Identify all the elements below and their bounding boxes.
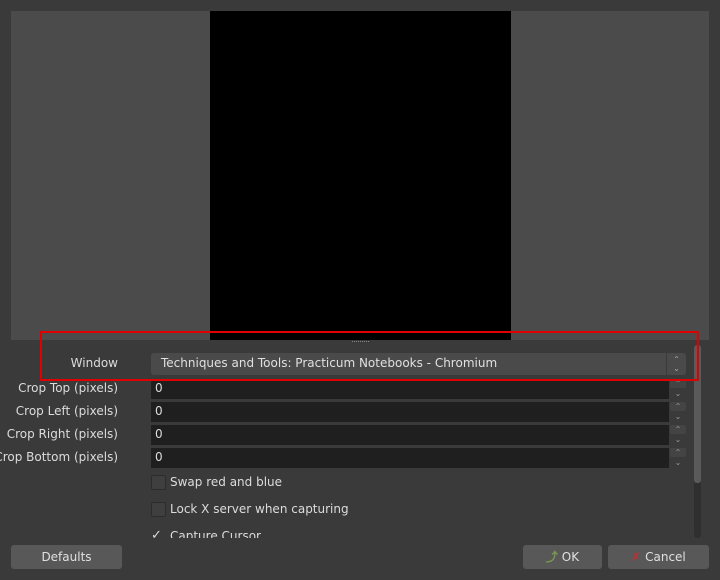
crop-top-stepper[interactable]: ⌃ ⌄ [670,379,686,399]
defaults-button[interactable]: Defaults [11,545,122,569]
cancel-button[interactable]: ✗ Cancel [608,545,709,569]
swap-red-blue-label[interactable]: Swap red and blue [170,475,282,489]
scrollbar[interactable] [694,345,701,538]
crop-right-stepper[interactable]: ⌃ ⌄ [670,425,686,445]
window-label: Window [70,356,118,370]
crop-right-label: Crop Right (pixels) [6,427,118,441]
lock-x-server-checkbox[interactable] [151,502,166,517]
window-select-value: Techniques and Tools: Practicum Notebook… [161,356,498,370]
crop-left-input[interactable]: 0 [151,402,669,422]
capture-cursor-label[interactable]: Capture Cursor [170,529,261,538]
lock-x-server-label[interactable]: Lock X server when capturing [170,502,349,516]
ok-label: OK [561,550,580,564]
captured-window-preview [210,11,511,340]
source-preview [11,11,709,340]
swap-red-blue-checkbox[interactable] [151,475,166,490]
capture-cursor-checkbox[interactable]: ✓ [151,529,164,538]
crop-top-label: Crop Top (pixels) [18,381,118,395]
chevron-updown-icon: ⌃ ⌄ [666,353,686,375]
crop-right-input[interactable]: 0 [151,425,669,445]
scrollbar-thumb[interactable] [694,345,701,483]
crop-left-stepper[interactable]: ⌃ ⌄ [670,402,686,422]
crop-top-input[interactable]: 0 [151,379,669,399]
checkmark-arrow-icon: ⤴ [545,550,558,564]
checkmark-icon: ✓ [151,528,162,538]
crop-left-label: Crop Left (pixels) [15,404,118,418]
splitter-handle[interactable] [352,341,369,344]
crop-bottom-label: Crop Bottom (pixels) [0,450,118,464]
window-select[interactable]: Techniques and Tools: Practicum Notebook… [151,353,686,375]
x-icon: ✗ [631,550,642,564]
crop-bottom-input[interactable]: 0 [151,448,669,468]
properties-scroll-area: Window Techniques and Tools: Practicum N… [0,345,694,538]
cancel-label: Cancel [645,550,686,564]
crop-bottom-stepper[interactable]: ⌃ ⌄ [670,448,686,468]
ok-button[interactable]: ⤴ OK [523,545,602,569]
